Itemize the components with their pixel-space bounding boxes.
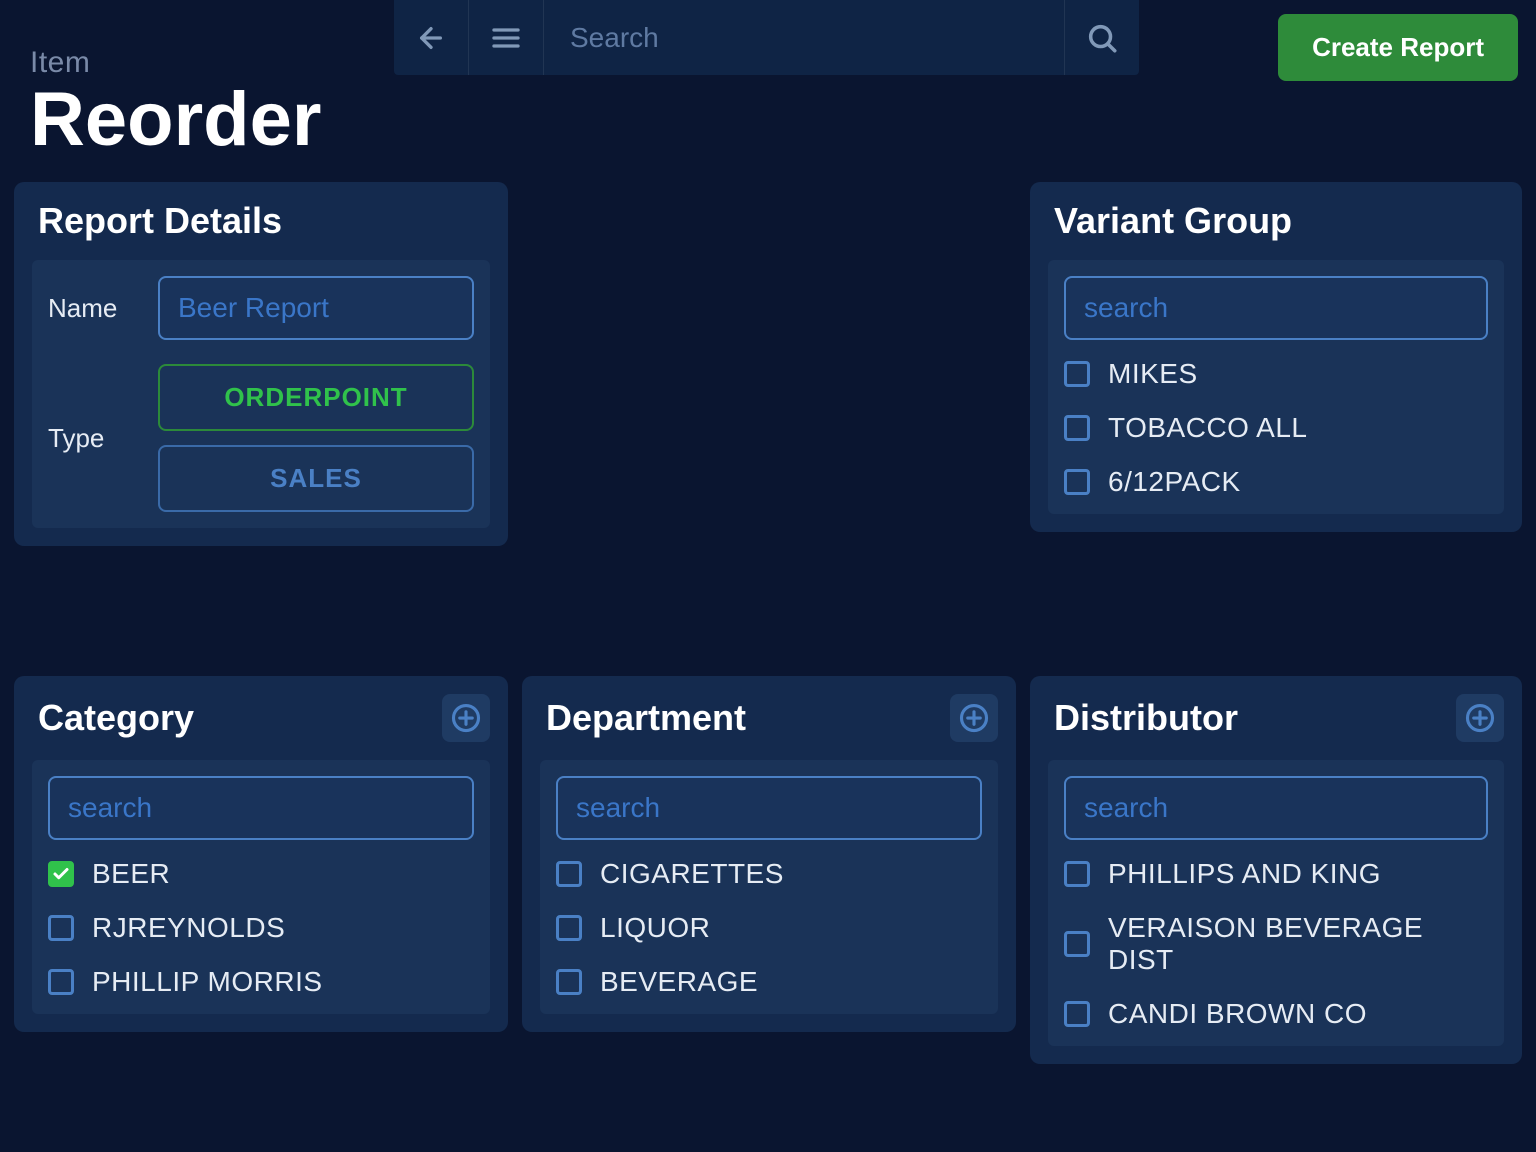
plus-circle-icon	[1465, 703, 1495, 733]
variant-group-list: MIKES TOBACCO ALL 6/12PACK	[1064, 358, 1488, 498]
add-department-button[interactable]	[950, 694, 998, 742]
add-category-button[interactable]	[442, 694, 490, 742]
department-card: Department CIGARETTES LIQUOR BEVERAGE	[522, 676, 1016, 1032]
type-buttons-group: ORDERPOINT SALES	[158, 364, 474, 512]
category-body: BEER RJREYNOLDS PHILLIP MORRIS	[32, 760, 490, 1014]
checkbox[interactable]	[1064, 361, 1090, 387]
menu-button[interactable]	[469, 0, 544, 75]
plus-circle-icon	[451, 703, 481, 733]
distributor-search-input[interactable]	[1064, 776, 1488, 840]
add-distributor-button[interactable]	[1456, 694, 1504, 742]
checkbox[interactable]	[556, 969, 582, 995]
hamburger-menu-icon	[490, 22, 522, 54]
list-item[interactable]: CIGARETTES	[556, 858, 982, 890]
report-type-row: Type ORDERPOINT SALES	[48, 364, 474, 512]
type-orderpoint-button[interactable]: ORDERPOINT	[158, 364, 474, 431]
list-item-label: PHILLIPS AND KING	[1108, 858, 1381, 890]
list-item[interactable]: CANDI BROWN CO	[1064, 998, 1488, 1030]
distributor-body: PHILLIPS AND KING VERAISON BEVERAGE DIST C…	[1048, 760, 1504, 1046]
distributor-list: PHILLIPS AND KING VERAISON BEVERAGE DIST C…	[1064, 858, 1488, 1030]
list-item-label: PHILLIP MORRIS	[92, 966, 323, 998]
list-item-label: RJREYNOLDS	[92, 912, 285, 944]
distributor-card: Distributor PHILLIPS AND KING VERAISON BE…	[1030, 676, 1522, 1064]
report-name-row: Name	[48, 276, 474, 340]
list-item-label: CANDI BROWN CO	[1108, 998, 1367, 1030]
variant-group-body: MIKES TOBACCO ALL 6/12PACK	[1048, 260, 1504, 514]
page-heading: Item Reorder	[30, 46, 321, 163]
category-card: Category BEER RJREYNOLDS PHILLIP MORRIS	[14, 676, 508, 1032]
checkbox[interactable]	[1064, 415, 1090, 441]
arrow-left-icon	[415, 22, 447, 54]
back-button[interactable]	[394, 0, 469, 75]
checkbox[interactable]	[48, 915, 74, 941]
category-search-input[interactable]	[48, 776, 474, 840]
variant-group-title: Variant Group	[1048, 200, 1504, 242]
type-sales-button[interactable]: SALES	[158, 445, 474, 512]
checkbox[interactable]	[48, 861, 74, 887]
list-item-label: VERAISON BEVERAGE DIST	[1108, 912, 1488, 976]
variant-group-card: Variant Group MIKES TOBACCO ALL 6/12PACK	[1030, 182, 1522, 532]
department-list: CIGARETTES LIQUOR BEVERAGE	[556, 858, 982, 998]
checkbox[interactable]	[556, 915, 582, 941]
list-item-label: BEVERAGE	[600, 966, 758, 998]
create-report-button[interactable]: Create Report	[1278, 14, 1518, 81]
report-details-title: Report Details	[32, 200, 490, 242]
list-item[interactable]: PHILLIPS AND KING	[1064, 858, 1488, 890]
search-icon	[1085, 21, 1119, 55]
list-item-label: BEER	[92, 858, 170, 890]
list-item[interactable]: LIQUOR	[556, 912, 982, 944]
category-title: Category	[38, 697, 194, 739]
checkbox[interactable]	[1064, 861, 1090, 887]
variant-group-search-input[interactable]	[1064, 276, 1488, 340]
category-list: BEER RJREYNOLDS PHILLIP MORRIS	[48, 858, 474, 998]
department-title: Department	[546, 697, 746, 739]
checkbox[interactable]	[1064, 469, 1090, 495]
name-label: Name	[48, 293, 158, 324]
page-eyebrow: Item	[30, 46, 321, 80]
search-button[interactable]	[1064, 0, 1139, 75]
search-cluster	[394, 0, 1139, 75]
list-item[interactable]: TOBACCO ALL	[1064, 412, 1488, 444]
list-item-label: TOBACCO ALL	[1108, 412, 1308, 444]
page-title: Reorder	[30, 76, 321, 163]
list-item-label: LIQUOR	[600, 912, 710, 944]
list-item[interactable]: BEER	[48, 858, 474, 890]
type-label: Type	[48, 423, 158, 454]
list-item[interactable]: RJREYNOLDS	[48, 912, 474, 944]
list-item[interactable]: VERAISON BEVERAGE DIST	[1064, 912, 1488, 976]
list-item[interactable]: PHILLIP MORRIS	[48, 966, 474, 998]
list-item-label: CIGARETTES	[600, 858, 784, 890]
list-item-label: 6/12PACK	[1108, 466, 1241, 498]
global-search-field[interactable]	[544, 0, 1064, 75]
checkbox[interactable]	[48, 969, 74, 995]
checkbox[interactable]	[556, 861, 582, 887]
report-details-card: Report Details Name Type ORDERPOINT SALE…	[14, 182, 508, 546]
list-item-label: MIKES	[1108, 358, 1198, 390]
department-body: CIGARETTES LIQUOR BEVERAGE	[540, 760, 998, 1014]
report-name-input[interactable]	[158, 276, 474, 340]
checkbox[interactable]	[1064, 931, 1090, 957]
list-item[interactable]: 6/12PACK	[1064, 466, 1488, 498]
list-item[interactable]: BEVERAGE	[556, 966, 982, 998]
checkbox[interactable]	[1064, 1001, 1090, 1027]
report-details-body: Name Type ORDERPOINT SALES	[32, 260, 490, 528]
department-search-input[interactable]	[556, 776, 982, 840]
global-search-input[interactable]	[570, 22, 1038, 54]
plus-circle-icon	[959, 703, 989, 733]
distributor-title: Distributor	[1054, 697, 1238, 739]
list-item[interactable]: MIKES	[1064, 358, 1488, 390]
